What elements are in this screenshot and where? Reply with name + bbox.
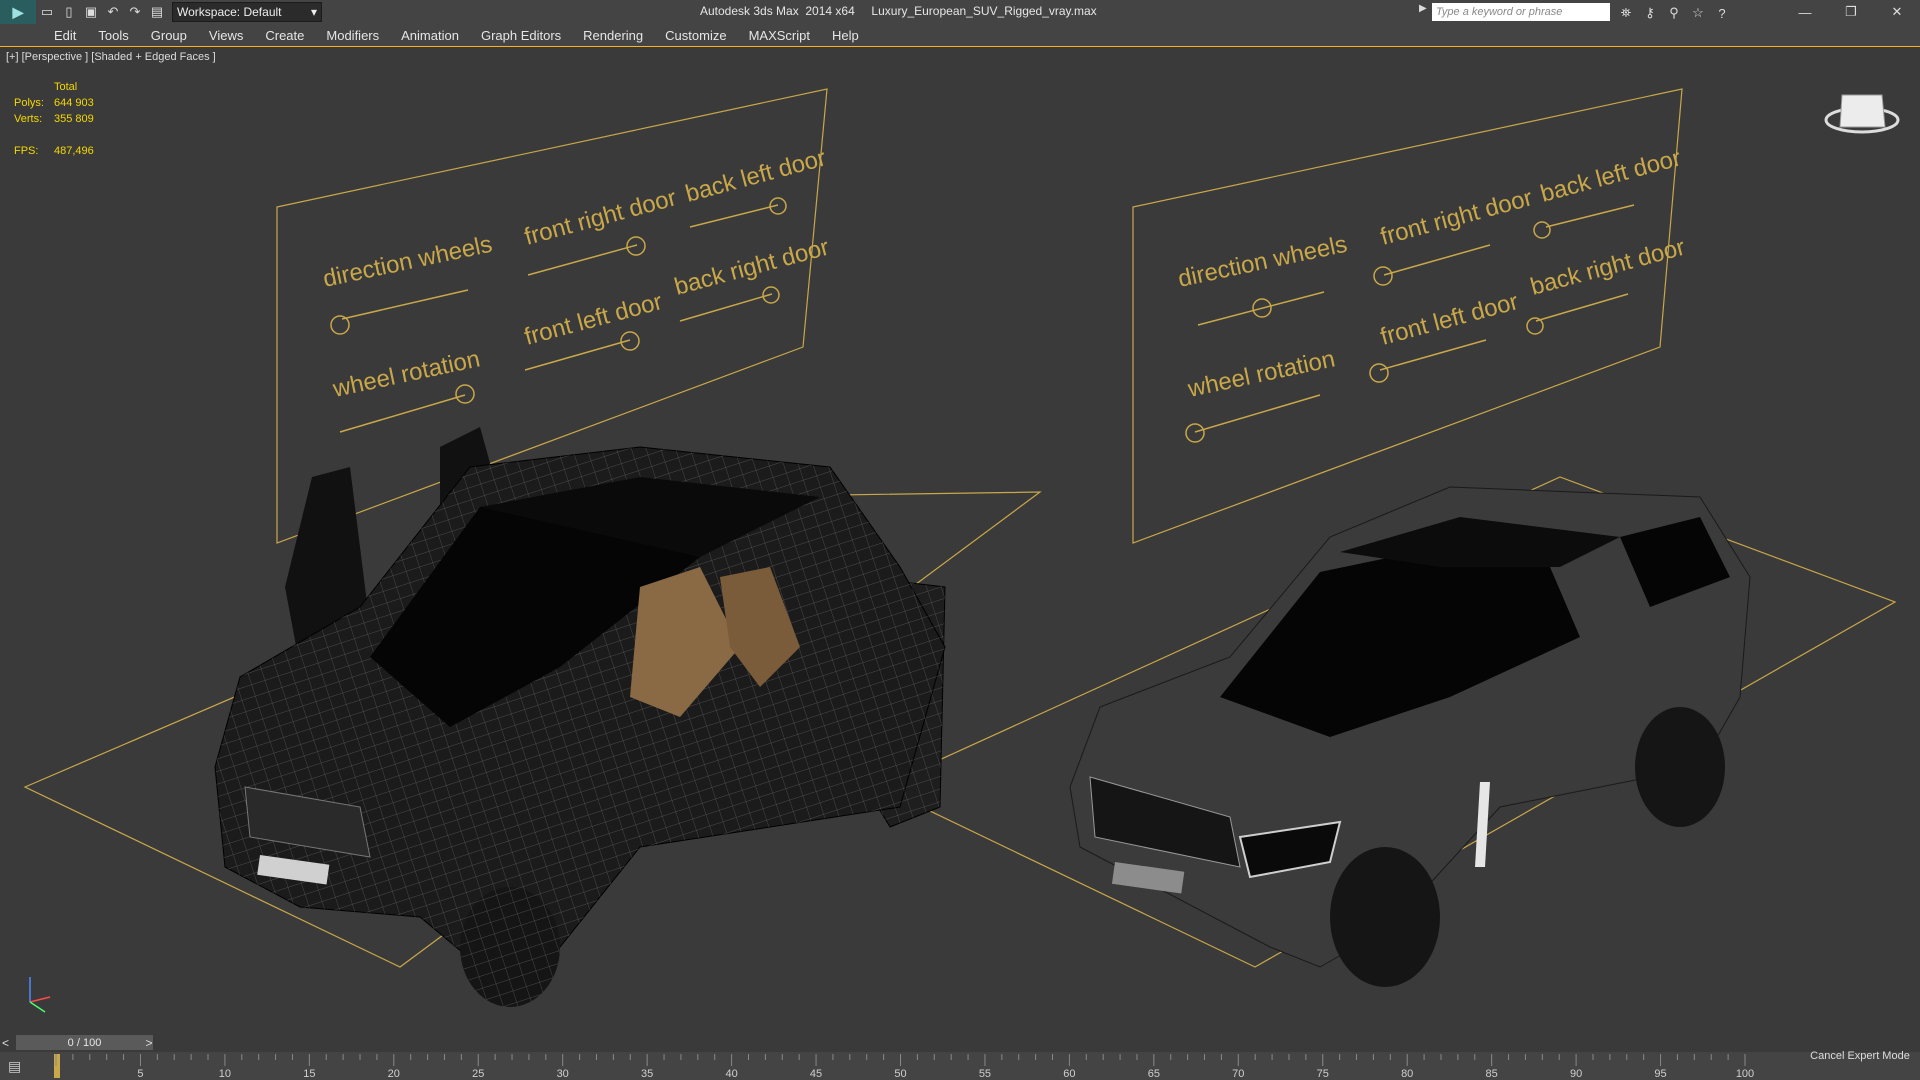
ruler-tick-label: 85	[1486, 1068, 1498, 1080]
key-icon[interactable]: ⚷	[1638, 2, 1662, 24]
ruler-tick-label: 25	[472, 1068, 484, 1080]
ruler-tick-label: 20	[388, 1068, 400, 1080]
slider-handle-direction-wheels[interactable]	[330, 315, 350, 335]
label-wheel-rotation: wheel rotation	[330, 345, 483, 403]
chevron-right-icon[interactable]: >	[142, 1035, 156, 1050]
window-title: Autodesk 3ds Max 2014 x64 Luxury_Europea…	[700, 4, 1097, 18]
label-back-right-door-right: back right door	[1528, 234, 1688, 301]
label-front-left-door-right: front left door	[1378, 288, 1522, 351]
redo-icon[interactable]: ↷	[124, 1, 146, 23]
suv-model-shaded[interactable]	[1069, 486, 1751, 987]
perspective-viewport[interactable]: [+] [Perspective ] [Shaded + Edged Faces…	[0, 47, 1920, 1034]
ruler-tick-label: 10	[219, 1068, 231, 1080]
timeline-ruler[interactable]: 5 10 15 20 25 30 35 40 45 50 55 60 65 70 75 80 85 90 95 100	[40, 1052, 1805, 1080]
menu-create[interactable]: Create	[254, 28, 315, 43]
undo-icon[interactable]: ↶	[102, 1, 124, 23]
slider-handle-back-left-door-right[interactable]	[1533, 221, 1551, 239]
ruler-tick-label: 40	[725, 1068, 737, 1080]
axis-tripod	[29, 977, 51, 1013]
label-front-left-door: front left door	[522, 288, 666, 351]
ruler-tick-label: 15	[303, 1068, 315, 1080]
menu-edit[interactable]: Edit	[43, 28, 87, 43]
open-file-icon[interactable]: ▯	[58, 1, 80, 23]
workspace-dropdown[interactable]: Workspace: Default ▾	[172, 2, 322, 22]
close-button[interactable]: ✕	[1874, 0, 1920, 24]
ruler-tick-label: 30	[557, 1068, 569, 1080]
project-folder-icon[interactable]: ▤	[146, 1, 168, 23]
ruler-tick-label: 70	[1232, 1068, 1244, 1080]
slider-handle-back-right-door-right[interactable]	[1526, 317, 1544, 335]
ruler-tick-label: 95	[1654, 1068, 1666, 1080]
menu-views[interactable]: Views	[198, 28, 254, 43]
ruler-tick-label: 75	[1317, 1068, 1329, 1080]
ruler-tick-label: 60	[1063, 1068, 1075, 1080]
search-input[interactable]: Type a keyword or phrase	[1432, 3, 1610, 21]
cancel-expert-mode-button[interactable]: Cancel Expert Mode	[1800, 1045, 1920, 1067]
menu-tools[interactable]: Tools	[87, 28, 139, 43]
label-wheel-rotation-right: wheel rotation	[1185, 345, 1338, 403]
mini-curve-editor-icon[interactable]: ▤	[8, 1058, 30, 1076]
label-front-right-door: front right door	[522, 184, 680, 250]
community-icon[interactable]: ⚲	[1662, 2, 1686, 24]
save-icon[interactable]: ▣	[80, 1, 102, 23]
track-bar: ▤ 5 10 15 20 25 30 35 40 45 50 55 60 65 70 75 80 85 90 95 1…	[0, 1052, 1920, 1080]
new-file-icon[interactable]: ▭	[36, 1, 58, 23]
ruler-tick-label: 100	[1736, 1068, 1754, 1080]
ruler-tick-label: 55	[979, 1068, 991, 1080]
menu-group[interactable]: Group	[140, 28, 198, 43]
ruler-ticks: 5 10 15 20 25 30 35 40 45 50 55 60 65 70 75 80 85 90 95 100	[55, 1054, 1754, 1080]
slider-handle-wheel-rotation-right[interactable]	[1185, 423, 1205, 443]
menu-rendering[interactable]: Rendering	[572, 28, 654, 43]
chevron-down-icon: ▾	[310, 5, 317, 19]
menu-modifiers[interactable]: Modifiers	[315, 28, 390, 43]
suv-model-wireframe[interactable]	[214, 427, 946, 1007]
menu-animation[interactable]: Animation	[390, 28, 470, 43]
time-slider-thumb[interactable]: 0 / 100	[16, 1035, 153, 1050]
title-bar: ▶ ▭ ▯ ▣ ↶ ↷ ▤ Workspace: Default ▾ Autod…	[0, 0, 1920, 24]
ruler-tick-label: 80	[1401, 1068, 1413, 1080]
label-front-right-door-right: front right door	[1378, 184, 1536, 250]
slider-handle-front-left-door-right[interactable]	[1369, 363, 1389, 383]
menu-graph-editors[interactable]: Graph Editors	[470, 28, 572, 43]
time-slider[interactable]: < 0 / 100 >	[0, 1034, 1920, 1052]
slider-handle-front-right-door-right[interactable]	[1373, 266, 1393, 286]
app-menu-button[interactable]: ▶	[0, 0, 36, 24]
chevron-right-icon[interactable]: ▶	[1419, 3, 1429, 21]
minimize-button[interactable]: —	[1782, 0, 1828, 24]
ruler-tick-label: 45	[810, 1068, 822, 1080]
label-direction-wheels-right: direction wheels	[1176, 231, 1350, 293]
restore-button[interactable]: ❐	[1828, 0, 1874, 24]
ruler-tick-label: 5	[137, 1068, 143, 1080]
ruler-tick-label: 65	[1148, 1068, 1160, 1080]
viewcube[interactable]	[1824, 94, 1900, 134]
help-icon[interactable]: ?	[1710, 2, 1734, 24]
binoculars-icon[interactable]: ⛯	[1614, 2, 1638, 24]
menu-customize[interactable]: Customize	[654, 28, 737, 43]
label-back-left-door: back left door	[683, 144, 829, 207]
chevron-left-icon[interactable]: <	[2, 1036, 16, 1050]
slider-handle-wheel-rotation[interactable]	[455, 384, 475, 404]
label-back-left-door-right: back left door	[1538, 144, 1684, 207]
ruler-tick-label: 90	[1570, 1068, 1582, 1080]
menu-maxscript[interactable]: MAXScript	[738, 28, 821, 43]
menu-bar: Edit Tools Group Views Create Modifiers …	[0, 24, 1920, 47]
ruler-tick-label: 35	[641, 1068, 653, 1080]
label-direction-wheels: direction wheels	[321, 231, 495, 293]
rig-control-panel-right[interactable]: direction wheels wheel rotation front ri…	[1132, 88, 1688, 544]
ruler-tick-label: 50	[894, 1068, 906, 1080]
scene-canvas[interactable]: direction wheels wheel rotation front ri…	[0, 47, 1920, 1034]
current-frame-marker[interactable]	[54, 1054, 60, 1078]
slider-handle-front-left-door[interactable]	[620, 331, 640, 351]
star-icon[interactable]: ☆	[1686, 2, 1710, 24]
workspace-label: Workspace: Default	[177, 5, 282, 19]
menu-help[interactable]: Help	[821, 28, 870, 43]
